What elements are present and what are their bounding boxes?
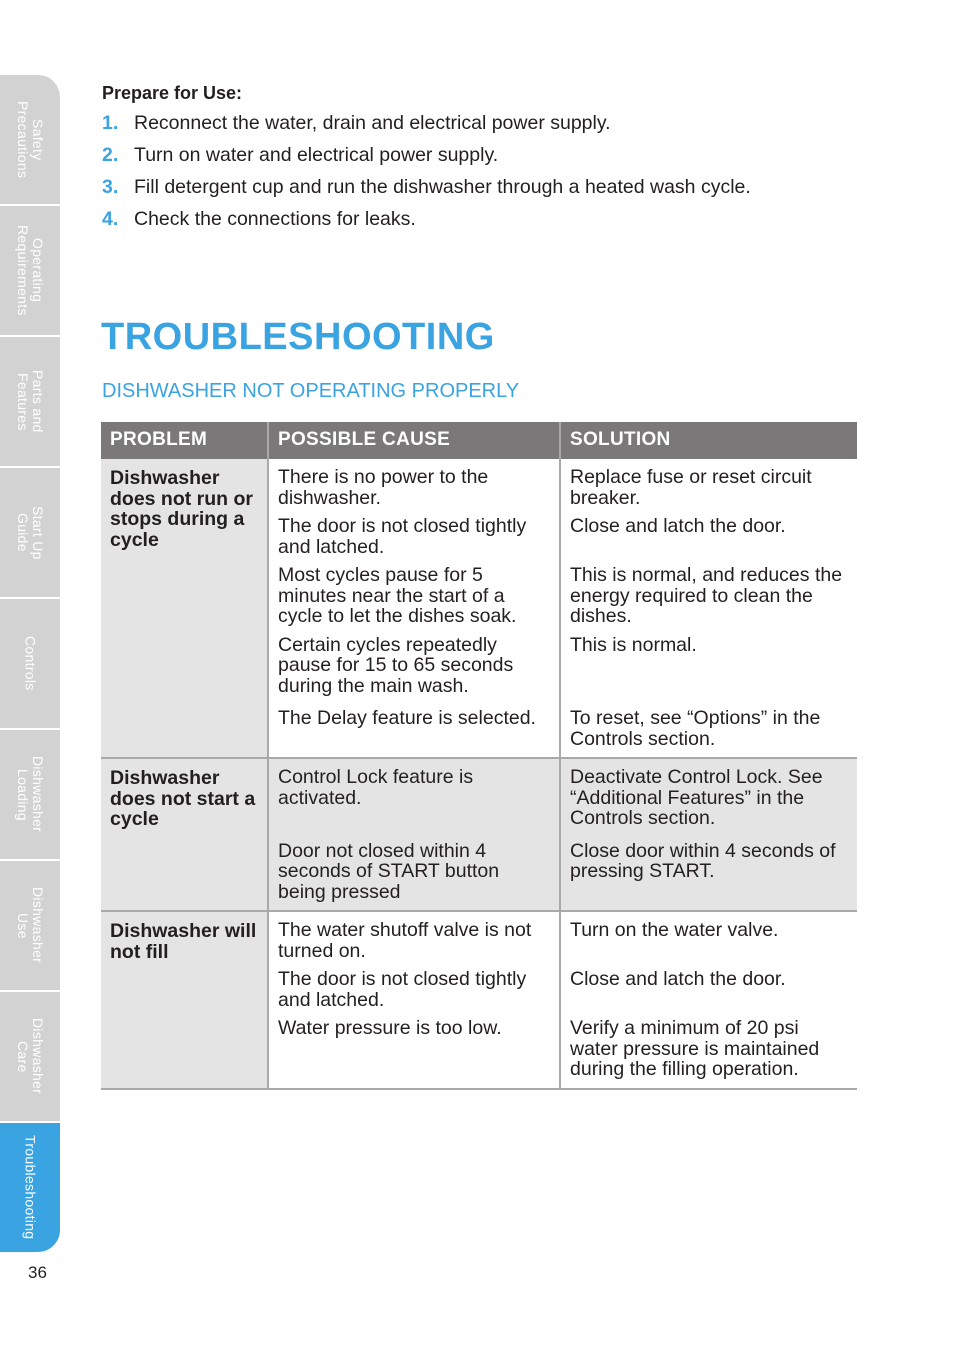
cause-cell: The door is not closed tightly and latch… — [267, 969, 560, 1018]
cause-cell: There is no power to the dishwasher. — [267, 459, 560, 516]
cause-cell: Certain cycles repeatedly pause for 15 t… — [267, 634, 560, 704]
side-tab-label: Dishwasher Loading — [15, 756, 46, 833]
cause-cell: Water pressure is too low. — [267, 1018, 560, 1090]
table-row: Dishwasher will not fill The water shuto… — [101, 910, 857, 1090]
side-tab-safety-precautions[interactable]: Safety Precautions — [0, 75, 60, 204]
solution-cell: Deactivate Control Lock. See “Additional… — [559, 757, 857, 841]
solution-cell: This is normal. — [559, 634, 857, 704]
side-tab-troubleshooting[interactable]: Troubleshooting — [0, 1123, 60, 1252]
problem-cell: Dishwasher does not start a cycle — [101, 757, 268, 911]
page-number: 36 — [28, 1263, 47, 1282]
list-item: 2. Turn on water and electrical power sup… — [102, 145, 822, 165]
problem-group: Dishwasher does not run or stops during … — [101, 459, 857, 758]
table-row: Dishwasher does not start a cycle Contro… — [101, 757, 857, 911]
cause-cell: The door is not closed tightly and latch… — [267, 516, 560, 565]
step-text: Reconnect the water, drain and electrica… — [134, 112, 611, 134]
problem-group: Dishwasher does not start a cycle Contro… — [101, 757, 857, 911]
step-number: 4. — [102, 208, 119, 230]
cause-cell: Most cycles pause for 5 minutes near the… — [267, 565, 560, 635]
solution-cell: Close door within 4 seconds of pressing … — [559, 840, 857, 911]
list-item: 1. Reconnect the water, drain and electri… — [102, 113, 822, 133]
troubleshooting-table: PROBLEM POSSIBLE CAUSE SOLUTION Dishwash… — [101, 422, 857, 1090]
problem-cell: Dishwasher does not run or stops during … — [101, 459, 268, 758]
side-tab-label: Troubleshooting — [22, 1135, 39, 1240]
page-title: TROUBLESHOOTING — [101, 316, 495, 358]
step-text: Turn on water and electrical power suppl… — [134, 144, 499, 166]
side-tab-start-up-guide[interactable]: Start Up Guide — [0, 468, 60, 597]
solution-cell: Replace fuse or reset circuit breaker. — [559, 459, 857, 516]
side-tab-label: Controls — [22, 636, 39, 691]
table-header-row: PROBLEM POSSIBLE CAUSE SOLUTION — [101, 422, 857, 459]
problem-group: Dishwasher will not fill The water shuto… — [101, 910, 857, 1090]
section-title: DISHWASHER NOT OPERATING PROPERLY — [102, 380, 520, 402]
side-tab-label: Start Up Guide — [15, 505, 46, 560]
solution-cell: Verify a minimum of 20 psi water pressur… — [559, 1018, 857, 1090]
prepare-heading: Prepare for Use: — [102, 83, 243, 103]
side-tab-label: Safety Precautions — [15, 100, 46, 179]
solution-cell: To reset, see “Options” in the Controls … — [559, 704, 857, 758]
side-tab-dishwasher-care[interactable]: Dishwasher Care — [0, 992, 60, 1121]
problem-cell: Dishwasher will not fill — [101, 910, 268, 1090]
side-tab-label: Parts and Features — [15, 370, 46, 433]
solution-cell: Close and latch the door. — [559, 516, 857, 565]
step-text: Check the connections for leaks. — [134, 208, 416, 230]
side-tab-label: Operating Requirements — [15, 225, 46, 316]
list-item: 4. Check the connections for leaks. — [102, 209, 822, 229]
cause-cell: Door not closed within 4 seconds of STAR… — [267, 840, 560, 911]
list-item: 3. Fill detergent cup and run the dishwas… — [102, 177, 822, 197]
side-tab-controls[interactable]: Controls — [0, 599, 60, 728]
side-tab-dishwasher-loading[interactable]: Dishwasher Loading — [0, 730, 60, 859]
step-number: 2. — [102, 144, 119, 166]
prepare-steps-list: 1. Reconnect the water, drain and electri… — [102, 113, 822, 241]
side-tab-dishwasher-use[interactable]: Dishwasher Use — [0, 861, 60, 990]
column-header-problem: PROBLEM — [101, 422, 268, 459]
cause-cell: The water shutoff valve is not turned on… — [267, 910, 560, 969]
step-number: 3. — [102, 176, 119, 198]
column-header-cause: POSSIBLE CAUSE — [267, 422, 560, 459]
solution-cell: Close and latch the door. — [559, 969, 857, 1018]
column-header-solution: SOLUTION — [559, 422, 857, 459]
cause-cell: Control Lock feature is activated. — [267, 757, 560, 841]
solution-cell: Turn on the water valve. — [559, 910, 857, 969]
step-number: 1. — [102, 112, 119, 134]
side-tab-operating-requirements[interactable]: Operating Requirements — [0, 206, 60, 335]
table-row: Dishwasher does not run or stops during … — [101, 459, 857, 758]
side-tab-label: Dishwasher Care — [15, 1018, 46, 1095]
side-tab-label: Dishwasher Use — [15, 887, 46, 964]
step-text: Fill detergent cup and run the dishwashe… — [134, 176, 751, 198]
side-tab-parts-and-features[interactable]: Parts and Features — [0, 337, 60, 466]
solution-cell: This is normal, and reduces the energy r… — [559, 565, 857, 635]
cause-cell: The Delay feature is selected. — [267, 704, 560, 758]
